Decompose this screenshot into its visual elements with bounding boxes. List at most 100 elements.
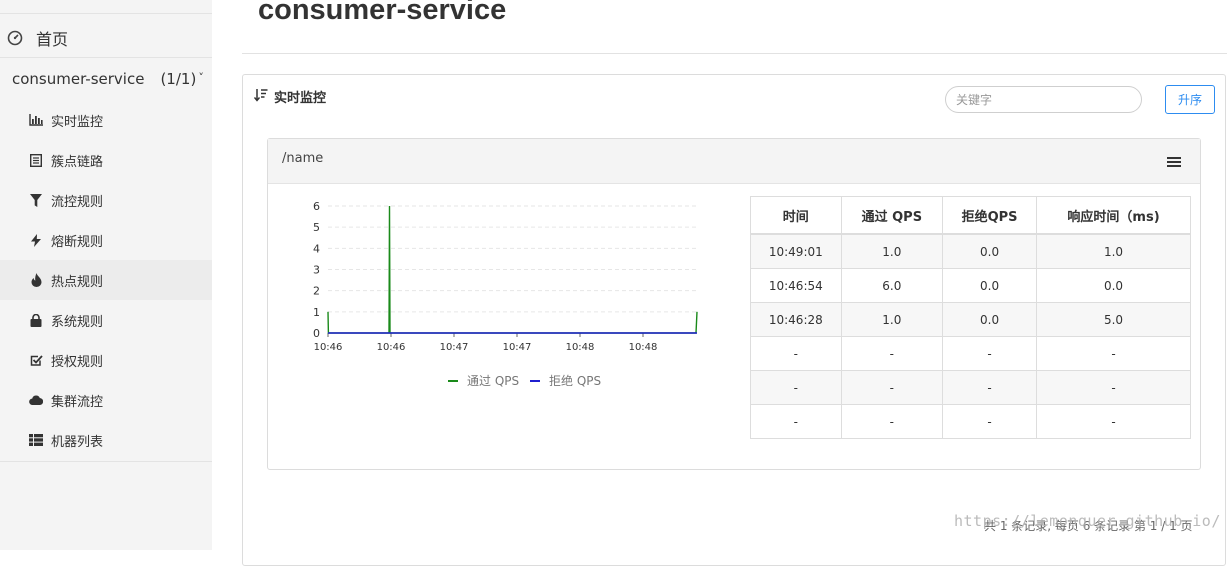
table-cell: 10:46:54	[750, 268, 842, 303]
sidebar-item-label: 熔断规则	[51, 234, 104, 250]
resource-name: /name	[282, 151, 324, 166]
table-cell: -	[942, 404, 1038, 439]
sidebar-menu: 实时监控 簇点链路 流控规则 熔断规则 热点规则 系统规则 授权规则 集群流控 …	[0, 100, 212, 460]
sort-amount-icon	[253, 87, 268, 102]
table-row: 10:46:28 1.0 0.0 5.0	[750, 302, 1191, 337]
sidebar-item-label: 系统规则	[51, 314, 104, 330]
sidebar-divider	[0, 13, 212, 14]
sidebar: 首页 consumer-service (1/1) ˅ 实时监控 簇点链路 流控…	[0, 0, 212, 550]
sidebar-item-hotspot-rules[interactable]: 热点规则	[0, 260, 212, 300]
y-tick-label: 3	[313, 264, 320, 277]
sidebar-item-system-rules[interactable]: 系统规则	[0, 300, 212, 340]
sort-asc-button[interactable]: 升序	[1165, 85, 1215, 114]
sidebar-item-degrade-rules[interactable]: 熔断规则	[0, 220, 212, 260]
sidebar-item-label: 簇点链路	[51, 154, 104, 170]
chevron-down-icon: ˅	[198, 70, 204, 84]
col-header-time: 时间	[750, 196, 842, 235]
legend-label: 拒绝 QPS	[549, 373, 601, 388]
x-tick-label: 10:48	[566, 342, 595, 353]
x-tick-label: 10:47	[440, 342, 469, 353]
sidebar-item-auth-rules[interactable]: 授权规则	[0, 340, 212, 380]
y-tick-label: 1	[313, 306, 320, 319]
page-title: consumer-service	[258, 0, 507, 26]
table-row: 10:46:54 6.0 0.0 0.0	[750, 268, 1191, 303]
table-cell: -	[750, 404, 842, 439]
sidebar-item-cluster-links[interactable]: 簇点链路	[0, 140, 212, 180]
col-header-block-qps: 拒绝QPS	[942, 196, 1038, 235]
hamburger-menu-icon[interactable]	[1166, 154, 1182, 168]
y-tick-label: 6	[313, 200, 320, 213]
filter-icon	[29, 193, 43, 207]
list-icon	[29, 153, 43, 167]
sidebar-item-realtime-monitor[interactable]: 实时监控	[0, 100, 212, 140]
sidebar-item-flow-rules[interactable]: 流控规则	[0, 180, 212, 220]
table-cell: 0.0	[942, 302, 1038, 337]
table-cell: -	[942, 336, 1038, 371]
monitor-panel: 实时监控 升序 /name 0 1 2 3 4 5 6 10:46 10:46 10:47 10:4…	[242, 74, 1226, 566]
card-header: /name	[268, 139, 1200, 184]
sidebar-home-label: 首页	[36, 30, 69, 49]
sidebar-item-home[interactable]: 首页	[0, 20, 212, 56]
sidebar-item-machine-list[interactable]: 机器列表	[0, 420, 212, 460]
app-name: consumer-service	[12, 70, 145, 88]
sidebar-item-label: 流控规则	[51, 194, 104, 210]
table-cell: -	[1036, 370, 1191, 405]
table-cell: -	[840, 336, 944, 371]
table-cell: -	[1036, 336, 1191, 371]
table-row: - - - -	[750, 404, 1191, 439]
table-cell: -	[1036, 404, 1191, 439]
fire-icon	[29, 273, 43, 287]
legend-label: 通过 QPS	[467, 374, 519, 388]
table-cell: 1.0	[840, 302, 944, 337]
table-row: 10:49:01 1.0 0.0 1.0	[750, 233, 1191, 269]
qps-line-chart: 0 1 2 3 4 5 6 10:46 10:46 10:47 10:47 10:48 10:48 通过 …	[313, 200, 698, 388]
resource-card: /name 0 1 2 3 4 5 6 10:46 10:46 10:47 10:47 10:48 10…	[267, 138, 1201, 470]
y-tick-label: 2	[313, 285, 320, 298]
col-header-pass-qps: 通过 QPS	[840, 196, 944, 235]
bolt-icon	[29, 233, 43, 247]
table-header-row: 时间 通过 QPS 拒绝QPS 响应时间（ms)	[750, 196, 1191, 235]
table-cell: 10:46:28	[750, 302, 842, 337]
table-cell: -	[942, 370, 1038, 405]
sidebar-item-label: 授权规则	[51, 354, 104, 370]
y-tick-label: 5	[313, 221, 320, 234]
table-cell: 6.0	[840, 268, 944, 303]
table-cell: -	[750, 370, 842, 405]
table-cell: -	[840, 370, 944, 405]
sidebar-item-label: 集群流控	[51, 394, 104, 410]
check-square-icon	[29, 353, 43, 367]
cloud-icon	[29, 393, 43, 407]
x-tick-label: 10:48	[629, 342, 658, 353]
col-header-rt: 响应时间（ms)	[1036, 196, 1191, 235]
table-cell: 5.0	[1036, 302, 1191, 337]
table-cell: 10:49:01	[750, 233, 842, 269]
sidebar-app-toggle[interactable]: consumer-service (1/1) ˅	[0, 64, 212, 94]
table-cell: -	[840, 404, 944, 439]
table-cell: 0.0	[942, 233, 1038, 269]
grid-icon	[29, 433, 43, 447]
table-cell: 1.0	[1036, 233, 1191, 269]
sidebar-item-label: 热点规则	[51, 274, 104, 290]
sidebar-item-label: 实时监控	[51, 114, 104, 130]
x-tick-label: 10:46	[377, 342, 406, 353]
sidebar-divider	[0, 57, 212, 58]
lock-icon	[29, 313, 43, 327]
sidebar-divider	[0, 461, 212, 462]
header-divider	[242, 53, 1227, 54]
dashboard-icon	[7, 30, 23, 46]
table-row: - - - -	[750, 370, 1191, 405]
watermark-text: https://lemonquer.github.io/	[954, 512, 1221, 530]
sidebar-item-cluster-flow[interactable]: 集群流控	[0, 380, 212, 420]
panel-title: 实时监控	[274, 91, 327, 106]
table-row: - - - -	[750, 336, 1191, 371]
table-cell: 0.0	[1036, 268, 1191, 303]
y-tick-label: 4	[313, 242, 320, 255]
table-cell: 1.0	[840, 233, 944, 269]
x-tick-label: 10:47	[503, 342, 532, 353]
sidebar-item-label: 机器列表	[51, 434, 104, 450]
stats-table: 时间 通过 QPS 拒绝QPS 响应时间（ms) 10:49:01 1.0 0.…	[750, 196, 1191, 439]
table-cell: -	[750, 336, 842, 371]
x-tick-label: 10:46	[314, 342, 343, 353]
y-tick-label: 0	[313, 327, 320, 340]
search-input[interactable]	[945, 86, 1142, 113]
